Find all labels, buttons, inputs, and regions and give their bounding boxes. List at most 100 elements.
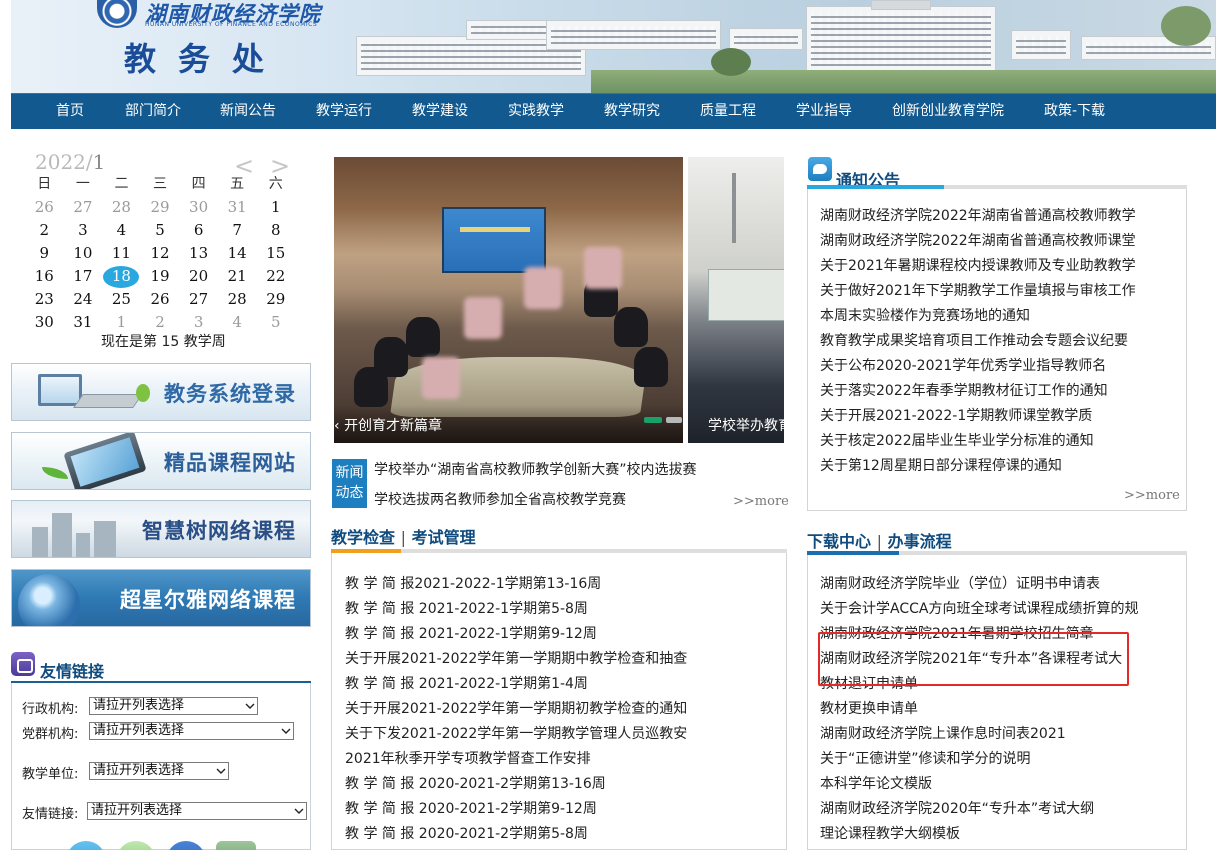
- calendar-day[interactable]: 20: [179, 265, 218, 288]
- nav-home[interactable]: 首页: [56, 94, 84, 130]
- calendar-day[interactable]: 17: [64, 265, 103, 288]
- calendar-day[interactable]: 5: [141, 219, 180, 242]
- calendar-day[interactable]: 11: [102, 242, 141, 265]
- calendar-day[interactable]: 19: [141, 265, 180, 288]
- teaching-check-item[interactable]: 教 学 简 报 2021-2022-1学期第5-8周: [345, 598, 775, 618]
- notice-item[interactable]: 关于落实2022年春季学期教材征订工作的通知: [820, 380, 1180, 400]
- download-item[interactable]: 关于会计学ACCA方向班全球考试课程成绩折算的规: [820, 598, 1180, 618]
- calendar-day[interactable]: 29: [256, 288, 295, 311]
- admin-org-select[interactable]: 请拉开列表选择: [89, 697, 258, 715]
- calendar-day[interactable]: 14: [218, 242, 257, 265]
- notice-item[interactable]: 关于开展2021-2022-1学期教师课堂教学质: [820, 405, 1180, 425]
- calendar-day[interactable]: 3: [64, 219, 103, 242]
- exam-management-tab[interactable]: 考试管理: [412, 528, 476, 547]
- calendar-day[interactable]: 8: [256, 219, 295, 242]
- calendar-day[interactable]: 16: [25, 265, 64, 288]
- calendar-day[interactable]: 2: [25, 219, 64, 242]
- nav-news[interactable]: 新闻公告: [220, 94, 276, 130]
- calendar-day[interactable]: 28: [218, 288, 257, 311]
- calendar-day[interactable]: 31: [64, 311, 103, 334]
- calendar-day[interactable]: 7: [218, 219, 257, 242]
- nav-academic-guidance[interactable]: 学业指导: [796, 94, 852, 130]
- download-item[interactable]: 教材更换申请单: [820, 698, 1180, 718]
- calendar-day[interactable]: 24: [64, 288, 103, 311]
- download-item[interactable]: 湖南财政经济学院2020年“专升本”考试大纲: [820, 798, 1180, 818]
- nav-teaching-construction[interactable]: 教学建设: [412, 94, 468, 130]
- friend-link-select[interactable]: 请拉开列表选择: [87, 802, 307, 820]
- nav-quality-project[interactable]: 质量工程: [700, 94, 756, 130]
- quality-course-site-button[interactable]: 精品课程网站: [11, 432, 311, 490]
- news-slideshow-next-image[interactable]: [688, 157, 784, 443]
- notice-item[interactable]: 关于做好2021年下学期教学工作量填报与审核工作: [820, 280, 1180, 300]
- nav-policy-download[interactable]: 政策-下载: [1044, 94, 1105, 130]
- news-slideshow-image[interactable]: [334, 157, 683, 443]
- calendar-day[interactable]: 13: [179, 242, 218, 265]
- nav-practice-teaching[interactable]: 实践教学: [508, 94, 564, 130]
- calendar-day[interactable]: 26: [25, 196, 64, 219]
- calendar-day[interactable]: 10: [64, 242, 103, 265]
- calendar-day[interactable]: 22: [256, 265, 295, 288]
- calendar-day[interactable]: 9: [25, 242, 64, 265]
- notice-item[interactable]: 关于公布2020-2021学年优秀学业指导教师名: [820, 355, 1180, 375]
- calendar-day[interactable]: 30: [25, 311, 64, 334]
- teaching-check-item[interactable]: 教 学 简 报 2021-2022-1学期第9-12周: [345, 623, 775, 643]
- calendar-day[interactable]: 15: [256, 242, 295, 265]
- party-org-select[interactable]: 请拉开列表选择: [89, 722, 294, 740]
- notice-item[interactable]: 教育教学成果奖培育项目工作推动会专题会议纪要: [820, 330, 1180, 350]
- teaching-unit-select[interactable]: 请拉开列表选择: [89, 762, 229, 780]
- teaching-check-item[interactable]: 关于开展2021-2022学年第一学期期中教学检查和抽查: [345, 648, 775, 668]
- download-item[interactable]: 湖南财政经济学院上课作息时间表2021: [820, 723, 1180, 743]
- calendar-day[interactable]: 21: [218, 265, 257, 288]
- nav-department-intro[interactable]: 部门简介: [125, 94, 181, 130]
- nav-teaching-operation[interactable]: 教学运行: [316, 94, 372, 130]
- slide-dot[interactable]: [666, 417, 682, 423]
- teaching-check-item[interactable]: 2021年秋季开学专项教学督查工作安排: [345, 748, 775, 768]
- notice-item[interactable]: 湖南财政经济学院2022年湖南省普通高校教师教学: [820, 205, 1180, 225]
- teaching-check-tab[interactable]: 教学检查: [331, 528, 395, 547]
- calendar-day[interactable]: 12: [141, 242, 180, 265]
- calendar-day[interactable]: 6: [179, 219, 218, 242]
- teaching-check-item[interactable]: 关于开展2021-2022学年第一学期期初教学检查的通知: [345, 698, 775, 718]
- notice-item[interactable]: 关于核定2022届毕业生毕业学分标准的通知: [820, 430, 1180, 450]
- academic-system-login-button[interactable]: 教务系统登录: [11, 363, 311, 421]
- calendar-day[interactable]: 1: [256, 196, 295, 219]
- teaching-check-item[interactable]: 教 学 简 报 2020-2021-2学期第5-8周: [345, 823, 775, 843]
- calendar-day[interactable]: 26: [141, 288, 180, 311]
- notice-item[interactable]: 本周末实验楼作为竞赛场地的通知: [820, 305, 1180, 325]
- calendar-day[interactable]: 25: [102, 288, 141, 311]
- news-item[interactable]: 学校选拔两名教师参加全省高校教学竞赛: [374, 489, 626, 509]
- nav-teaching-research[interactable]: 教学研究: [604, 94, 660, 130]
- slide-dot-active[interactable]: [644, 417, 662, 423]
- download-item[interactable]: 湖南财政经济学院毕业（学位）证明书申请表: [820, 573, 1180, 593]
- download-item[interactable]: 本科学年论文模版: [820, 773, 1180, 793]
- calendar-day[interactable]: 23: [25, 288, 64, 311]
- teaching-check-item[interactable]: 关于下发2021-2022学年第一学期教学管理人员巡教安: [345, 723, 775, 743]
- calendar-day[interactable]: 4: [102, 219, 141, 242]
- news-more-link[interactable]: >>more: [733, 494, 789, 509]
- download-center-tab[interactable]: 下载中心: [807, 532, 871, 551]
- app-icon[interactable]: [216, 841, 256, 850]
- procedures-tab[interactable]: 办事流程: [888, 532, 952, 551]
- notice-item[interactable]: 关于第12周星期日部分课程停课的通知: [820, 455, 1180, 475]
- teaching-check-item[interactable]: 教 学 简 报 2021-2022-1学期第1-4周: [345, 673, 775, 693]
- calendar-day[interactable]: 28: [102, 196, 141, 219]
- news-item[interactable]: 学校举办“湖南省高校教师教学创新大赛”校内选拔赛: [374, 459, 697, 479]
- teaching-check-item[interactable]: 教 学 简 报2021-2022-1学期第13-16周: [345, 573, 775, 593]
- nav-innovation-college[interactable]: 创新创业教育学院: [892, 94, 1004, 130]
- calendar-day[interactable]: 31: [218, 196, 257, 219]
- calendar-day[interactable]: 27: [64, 196, 103, 219]
- calendar-day[interactable]: 5: [256, 311, 295, 334]
- notices-more-link[interactable]: >>more: [1124, 488, 1180, 503]
- teaching-check-item[interactable]: 教 学 简 报 2020-2021-2学期第13-16周: [345, 773, 775, 793]
- download-item[interactable]: 理论课程教学大纲模板: [820, 823, 1180, 843]
- notice-item[interactable]: 关于2021年暑期课程校内授课教师及专业助教教学: [820, 255, 1180, 275]
- zhihuishu-course-button[interactable]: 智慧树网络课程: [11, 500, 311, 558]
- teaching-check-item[interactable]: 教 学 简 报 2020-2021-2学期第9-12周: [345, 798, 775, 818]
- calendar-today[interactable]: 18: [102, 265, 141, 288]
- download-item[interactable]: 关于“正德讲堂”修读和学分的说明: [820, 748, 1180, 768]
- calendar-day[interactable]: 30: [179, 196, 218, 219]
- notice-item[interactable]: 湖南财政经济学院2022年湖南省普通高校教师课堂: [820, 230, 1180, 250]
- calendar-day[interactable]: 27: [179, 288, 218, 311]
- calendar-day[interactable]: 29: [141, 196, 180, 219]
- chaoxing-course-button[interactable]: 超星尔雅网络课程: [11, 569, 311, 627]
